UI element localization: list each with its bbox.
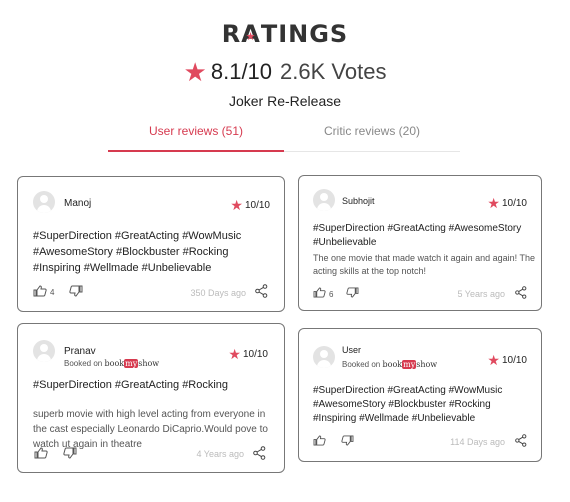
review-tags: #SuperDirection #GreatActing #Rocking [33, 379, 229, 391]
thumbs-down-icon[interactable] [346, 287, 359, 298]
review-card: User Booked on bookmyshow ★ 10/10 #SuperD… [298, 328, 542, 462]
review-rating: ★ 10/10 [228, 346, 268, 362]
star-icon: ★ [230, 197, 243, 213]
review-username: Subhojit [342, 196, 375, 206]
review-time: 114 Days ago [450, 437, 505, 447]
star-icon: ★ [228, 346, 241, 362]
star-icon: ★ [487, 195, 500, 211]
review-username: Pranav [64, 346, 96, 357]
thumbs-up-icon[interactable] [313, 287, 326, 298]
tab-critic-reviews[interactable]: Critic reviews (20) [284, 122, 460, 152]
tab-user-reviews[interactable]: User reviews (51) [108, 122, 284, 152]
star-icon: ★ [487, 352, 500, 368]
avatar-icon [33, 340, 55, 362]
bookmyshow-logo: bookmyshow [382, 360, 438, 369]
review-card: Pranav Booked on bookmyshow ★ 10/10 #Supe… [17, 323, 285, 473]
star-icon: ★ [183, 57, 207, 87]
review-username: User [342, 345, 362, 355]
review-time: 350 Days ago [190, 288, 246, 298]
review-card: Manoj ★ 10/10 #SuperDirection #GreatActin… [17, 176, 285, 312]
review-tags: #SuperDirection #GreatActing #AwesomeSto… [313, 223, 522, 248]
movie-name: Joker Re-Release [228, 93, 342, 109]
review-rating: ★ 10/10 [487, 352, 527, 368]
review-text: superb movie with high level acting from… [33, 409, 268, 450]
review-card: Subhojit ★ 10/10 #SuperDirection #GreatAc… [298, 175, 542, 311]
booked-on-label: Booked on bookmyshow [64, 359, 160, 368]
review-rating: ★ 10/10 [487, 195, 527, 211]
share-icon[interactable] [253, 446, 266, 460]
overall-score: ★ 8.1/10 2.6K Votes [0, 57, 570, 88]
review-time: 5 Years ago [457, 289, 505, 299]
review-time: 4 Years ago [196, 449, 244, 459]
likes-count: 4 [50, 288, 55, 297]
page-title: RA ★ TINGS [221, 20, 349, 48]
review-rating: ★ 10/10 [230, 197, 270, 213]
avatar-icon [313, 346, 335, 368]
share-icon[interactable] [515, 286, 527, 299]
review-text: The one movie that made watch it again a… [313, 253, 535, 276]
votes-count: 2.6K Votes [280, 59, 387, 84]
share-icon[interactable] [255, 284, 268, 298]
share-icon[interactable] [515, 434, 527, 447]
review-tags: #SuperDirection #GreatActing #WowMusic #… [33, 230, 242, 274]
reviews-tabs: User reviews (51) Critic reviews (20) [108, 122, 460, 152]
thumbs-down-icon[interactable] [63, 447, 77, 459]
thumbs-down-icon[interactable] [341, 435, 354, 446]
bookmyshow-logo: bookmyshow [104, 359, 160, 368]
title-a-with-star: A ★ [241, 20, 261, 48]
score-value: 8.1/10 [210, 59, 273, 84]
avatar-icon [33, 191, 55, 213]
likes-count: 6 [329, 290, 334, 299]
review-tags: #SuperDirection #GreatActing #WowMusic #… [313, 385, 503, 424]
thumbs-up-icon[interactable] [33, 285, 47, 297]
avatar-icon [313, 189, 335, 211]
thumbs-up-icon[interactable] [313, 435, 326, 446]
booked-on-label: Booked on bookmyshow [342, 360, 438, 369]
thumbs-down-icon[interactable] [69, 285, 83, 297]
star-icon: ★ [245, 30, 257, 43]
thumbs-up-icon[interactable] [34, 447, 48, 459]
review-username: Manoj [64, 198, 92, 209]
